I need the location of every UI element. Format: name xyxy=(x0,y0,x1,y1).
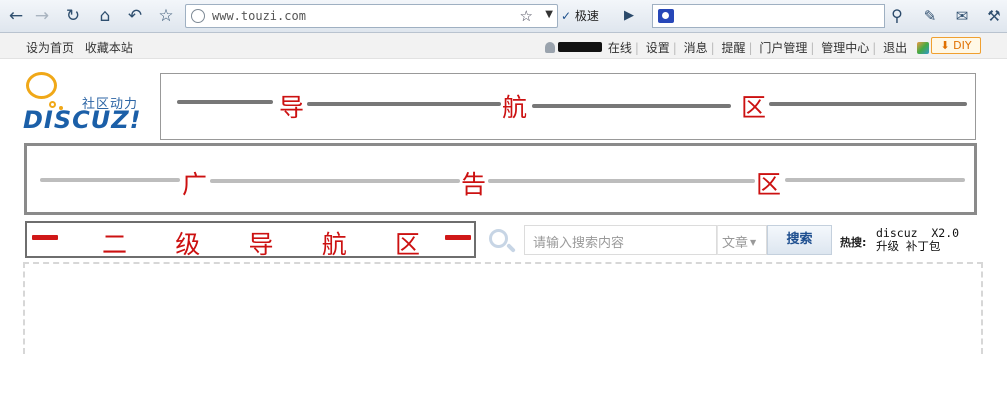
speech-bubble-icon xyxy=(26,72,57,99)
search-icon xyxy=(487,227,517,255)
set-homepage-link[interactable]: 设为首页 xyxy=(26,41,74,55)
search-type-select[interactable]: 文章 ▼ xyxy=(717,225,767,255)
subnav-char: 二 xyxy=(102,230,128,259)
home-icon[interactable]: ⌂ xyxy=(94,5,116,27)
forward-arrow-icon[interactable]: → xyxy=(31,5,53,27)
ad-zone-char: 广 xyxy=(182,170,208,199)
search-input[interactable]: 请输入搜索内容 xyxy=(524,225,717,255)
hot-search-label: 热搜: xyxy=(840,236,867,249)
browser-toolbar: ← → ↻ ⌂ ↶ ☆ www.touzi.com ☆ ▼ ✓ 极速 ▶ ⚲ ✎… xyxy=(0,0,1007,33)
bookmark-site-link[interactable]: 收藏本站 xyxy=(85,41,133,55)
search-type-value: 文章 xyxy=(722,236,749,251)
go-arrow-icon[interactable]: ▶ xyxy=(618,5,640,27)
ad-zone-char: 区 xyxy=(756,170,782,199)
ad-zone: 广 告 区 xyxy=(24,143,977,215)
speed-mode-button[interactable]: ✓ 极速 xyxy=(561,5,613,27)
subnav-char: 导 xyxy=(248,230,274,259)
ad-zone-line xyxy=(785,178,965,182)
subnav-char: 区 xyxy=(394,230,420,259)
nav-zone-char: 导 xyxy=(279,93,305,122)
search-icon-ring xyxy=(489,229,508,248)
diy-label: DIY xyxy=(953,39,972,52)
secondary-nav-zone: 二 级 导 航 区 xyxy=(25,221,476,259)
nav-zone-char: 航 xyxy=(502,93,528,122)
hot-search: 热搜: discuz X2.0 升级 补丁包 xyxy=(840,226,980,256)
messages-link[interactable]: 消息 xyxy=(684,41,708,55)
wrench-icon[interactable]: ⚒ xyxy=(983,5,1005,27)
chevron-down-icon: ▼ xyxy=(750,238,757,247)
reminders-link[interactable]: 提醒 xyxy=(721,41,745,55)
settings-link[interactable]: 设置 xyxy=(646,41,670,55)
nav-zone-line xyxy=(532,104,731,108)
content-area xyxy=(23,262,983,354)
hot-keyword[interactable]: 升级 补丁包 xyxy=(876,238,940,254)
ad-zone-line xyxy=(210,179,460,183)
diy-button[interactable]: ⬇ DIY xyxy=(931,37,981,54)
divider: | xyxy=(634,41,639,55)
favorite-star-icon[interactable]: ☆ xyxy=(155,5,177,27)
subnav-char: 级 xyxy=(175,230,201,259)
diy-down-arrow-icon: ⬇ xyxy=(940,39,950,52)
nav-zone-line xyxy=(177,100,273,104)
nav-zone-line xyxy=(769,102,967,106)
dropdown-arrow-icon[interactable]: ▼ xyxy=(545,9,553,20)
nav-zone: 导 航 区 xyxy=(160,73,976,140)
username-redacted[interactable] xyxy=(557,42,602,52)
ad-zone-char: 告 xyxy=(461,170,487,199)
lightning-icon: ✓ xyxy=(561,9,572,23)
site-topbar: 设为首页 收藏本站 在线 | 设置 | 消息 | 提醒 | 门户管理 | 管理中心 | 退出… xyxy=(0,33,1007,59)
speed-mode-label: 极速 xyxy=(574,9,599,23)
site-logo[interactable]: 社区动力 DISCUZ! xyxy=(23,68,158,138)
baidu-paw-icon[interactable] xyxy=(658,9,674,23)
ad-zone-line xyxy=(488,179,755,183)
portal-admin-link[interactable]: 门户管理 xyxy=(759,41,807,55)
app-center-icon[interactable] xyxy=(917,42,929,54)
search-magnifier-icon[interactable]: ⚲ xyxy=(886,5,908,27)
nav-zone-line xyxy=(307,102,501,106)
mail-icon[interactable]: ✉ xyxy=(951,5,973,27)
ad-zone-line xyxy=(40,178,180,182)
divider: | xyxy=(672,41,677,55)
divider: | xyxy=(872,41,877,55)
divider: | xyxy=(748,41,753,55)
search-icon-handle xyxy=(506,243,516,253)
logout-link[interactable]: 退出 xyxy=(883,41,907,55)
user-icon xyxy=(544,42,555,53)
refresh-icon[interactable]: ↻ xyxy=(62,5,84,27)
subnav-char: 航 xyxy=(321,230,347,259)
nav-zone-char: 区 xyxy=(741,93,767,122)
online-status: 在线 xyxy=(607,41,632,55)
subnav-bar-right xyxy=(445,235,471,240)
logo-wordmark: DISCUZ! xyxy=(23,106,142,134)
admin-center-link[interactable]: 管理中心 xyxy=(821,41,869,55)
favorites-folder-icon[interactable]: ✎ xyxy=(919,5,941,27)
address-bar[interactable]: www.touzi.com ☆ ▼ xyxy=(185,4,558,28)
divider: | xyxy=(710,41,715,55)
browser-search-box[interactable] xyxy=(652,4,885,28)
undo-icon[interactable]: ↶ xyxy=(124,5,146,27)
bookmark-star-icon[interactable]: ☆ xyxy=(520,7,533,25)
globe-icon xyxy=(191,9,205,23)
divider: | xyxy=(810,41,815,55)
back-arrow-icon[interactable]: ← xyxy=(5,5,27,27)
search-button[interactable]: 搜索 xyxy=(767,225,832,255)
address-url: www.touzi.com xyxy=(212,9,306,23)
subnav-bar-left xyxy=(32,235,58,240)
